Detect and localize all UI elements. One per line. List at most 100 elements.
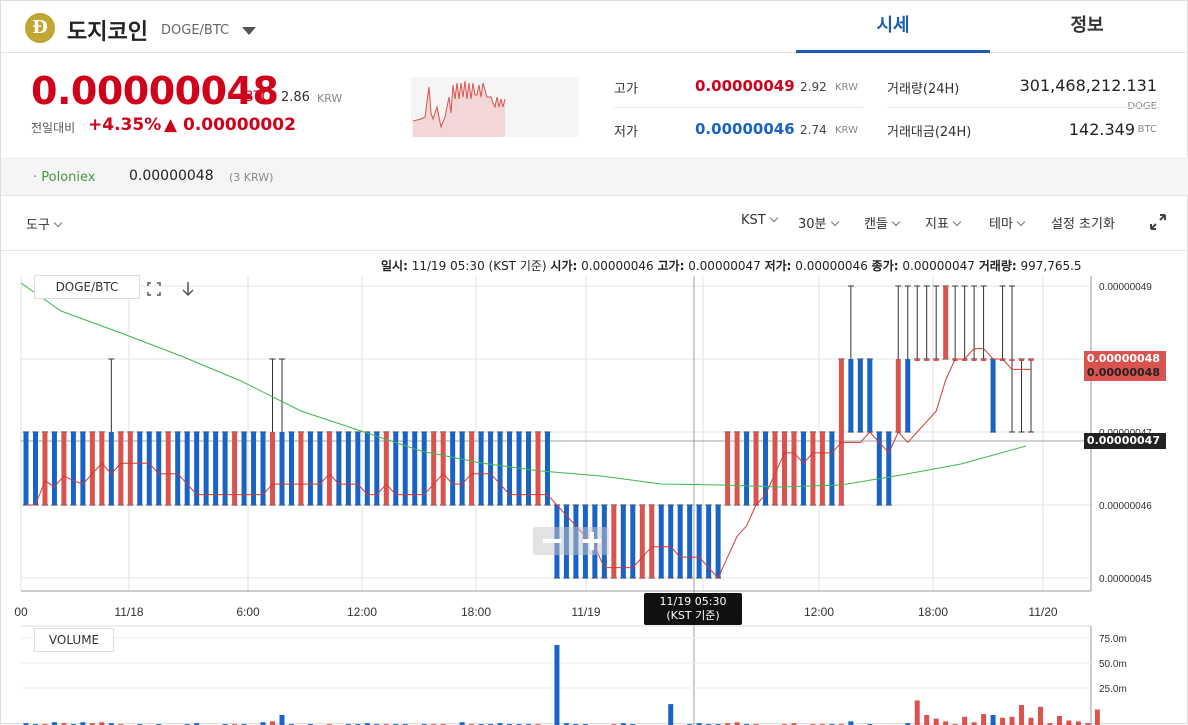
zoom-out-icon [543,539,561,543]
price-krw-unit: KRW [317,92,343,105]
candle-body [440,432,446,505]
tools-dropdown[interactable]: 도구 [26,214,63,233]
indicator-dropdown[interactable]: 지표 [925,213,962,232]
coin-pair: DOGE/BTC [161,23,230,38]
candle-body [222,432,228,505]
chevron-down-icon [952,217,962,227]
chevron-down-icon [891,217,901,227]
pair-dropdown-caret-icon[interactable] [242,27,256,35]
timezone-dropdown[interactable]: KST [741,213,778,228]
candle-body [412,432,418,505]
candle-body [317,432,323,505]
header: Ð 도지코인 DOGE/BTC 시세 정보 [1,1,1188,53]
candle-body [981,359,987,361]
volume-tick-label: 75.0m [1099,634,1127,645]
chevron-down-icon [830,217,839,227]
x-tick-label: 11/19 [571,605,600,619]
candle-body [497,432,503,505]
volume-bar [914,700,920,725]
candle-body [469,432,475,505]
exchange-row[interactable]: · Poloniex 0.00000048 (3 KRW) [1,158,1188,196]
reset-settings-button[interactable]: 설정 초기화 [1051,213,1115,232]
interval-label: 30분 [798,217,827,232]
candle-body [677,505,683,578]
candle-body [137,432,143,505]
volume-bar [943,721,949,725]
candle-body [127,432,133,505]
candle-body [781,432,787,505]
indicator-label: 지표 [925,217,949,232]
exchange-price: 0.00000048 [129,168,214,184]
change-percent: +4.35% [88,115,162,135]
change-label: 전일대비 [31,121,76,135]
tab-market[interactable]: 시세 [796,1,990,53]
amount-value: 142.349 [1068,120,1135,139]
candle-body [61,432,67,505]
candle-body [184,432,190,505]
candle-body [829,432,835,505]
candle-body [715,505,721,578]
price-tag-ma: 0.00000048 [1084,365,1166,381]
candle-body [924,359,930,361]
chart-type-dropdown[interactable]: 캔들 [864,213,901,232]
candle-body [70,432,76,505]
chevron-down-icon [769,213,778,223]
high-krw: 2.92 [800,80,827,94]
x-tick-label: 12:00 [804,605,834,619]
high-label: 고가 [614,82,638,97]
interval-dropdown[interactable]: 30분 [798,213,839,232]
candle-body [478,432,484,505]
price-sparkline [411,77,579,137]
candle-body [146,432,152,505]
timezone-label: KST [741,213,766,228]
candle-body [734,432,740,505]
theme-dropdown[interactable]: 테마 [989,213,1026,232]
candle-body [857,359,863,432]
candle-body [402,432,408,505]
change-amount: ▲ 0.00000002 [164,115,296,135]
candle-body [800,432,806,505]
candle-body [526,432,531,505]
theme-label: 테마 [989,217,1013,232]
x-tick-label: 18:00 [461,605,491,619]
tooltip-time-line1: 11/19 05:30 [659,595,727,608]
tools-label: 도구 [26,218,50,233]
candle-body [99,432,105,505]
x-tick-label: 00 [14,605,28,619]
crosshair-time-tooltip: 11/19 05:30 (KST 기준) [644,593,742,625]
candle-body [791,432,797,505]
candle-body [450,432,456,505]
x-tick-label: 11/18 [114,605,143,619]
candle-body [279,432,285,505]
fullscreen-icon[interactable] [147,282,161,296]
y-tick-label: 0.00000045 [1099,574,1152,585]
candle-body [288,432,294,505]
candle-body [32,432,38,505]
exchange-name: · Poloniex [33,170,96,185]
chart-pair-label: DOGE/BTC [34,275,140,299]
candle-body [914,359,920,361]
volume-label: 거래량(24H) [887,82,960,97]
candle-body [971,359,977,361]
volume-value: 301,468,212.131 [1019,76,1157,95]
tab-info[interactable]: 정보 [990,1,1184,53]
fullscreen-icon[interactable] [1150,214,1166,230]
candle-body [165,432,171,505]
candle-body [241,432,247,505]
low-label: 저가 [614,125,638,140]
volume-bar [554,645,560,725]
dogecoin-logo-icon: Ð [25,13,55,43]
candlestick-chart[interactable]: 0011/186:0012:0018:0011/196:0012:0018:00… [1,271,1188,725]
coin-name: 도지코인 [67,20,148,45]
candle-body [753,432,759,505]
candle-body [488,432,494,505]
x-tick-label: 11/20 [1028,605,1057,619]
candle-body [270,432,276,505]
download-arrow-icon[interactable] [181,281,195,297]
zoom-control[interactable] [533,527,609,555]
tooltip-time-line2: (KST 기준) [666,609,720,622]
volume-tick-label: 25.0m [1099,684,1127,695]
candle-body [838,359,844,505]
app-root: Ð 도지코인 DOGE/BTC 시세 정보 0.00000048 BTC 2.8… [0,0,1188,725]
candle-body [867,359,873,432]
